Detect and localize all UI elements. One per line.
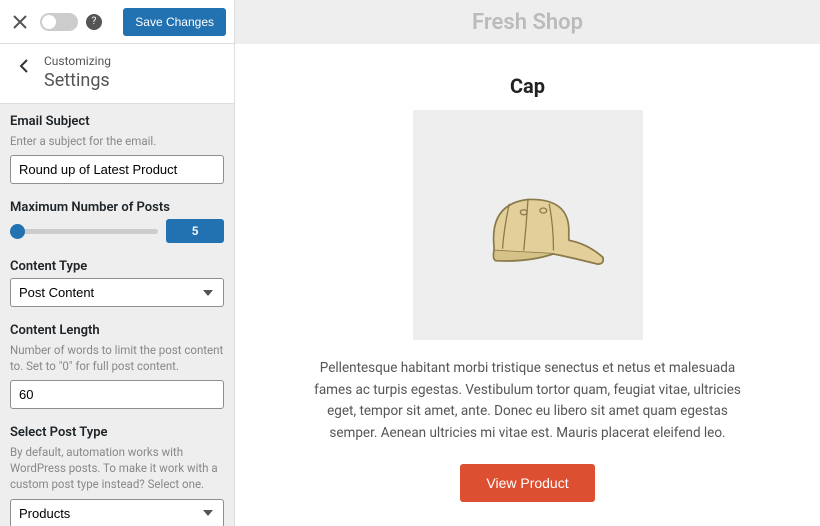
shop-brand: Fresh Shop: [472, 10, 583, 35]
help-icon[interactable]: ?: [86, 14, 102, 30]
content-length-input[interactable]: [10, 380, 224, 409]
field-content-length: Content Length Number of words to limit …: [10, 323, 224, 409]
product-image: [413, 110, 643, 340]
field-max-posts: Maximum Number of Posts 5: [10, 200, 224, 243]
preview-pane: Fresh Shop Cap Pellentesque habitant mor…: [235, 0, 820, 526]
field-post-type: Select Post Type By default, automation …: [10, 425, 224, 526]
slider-track[interactable]: [10, 229, 158, 234]
chevron-left-icon: [19, 58, 29, 74]
save-button[interactable]: Save Changes: [123, 8, 226, 36]
customizer-topbar: ? Save Changes: [0, 0, 234, 44]
content-length-label: Content Length: [10, 323, 224, 338]
content-type-select[interactable]: Post Content: [10, 278, 224, 307]
back-button[interactable]: [14, 58, 34, 74]
cap-icon: [443, 160, 613, 290]
product-title: Cap: [295, 74, 760, 98]
email-subject-hint: Enter a subject for the email.: [10, 133, 224, 149]
content-length-hint: Number of words to limit the post conten…: [10, 342, 224, 374]
customizer-sidebar: ? Save Changes Customizing Settings Emai…: [0, 0, 235, 526]
fields-container: Email Subject Enter a subject for the em…: [0, 104, 234, 526]
preview-toggle[interactable]: [40, 13, 78, 31]
max-posts-label: Maximum Number of Posts: [10, 200, 224, 215]
email-subject-label: Email Subject: [10, 114, 224, 129]
max-posts-slider: 5: [10, 219, 224, 243]
panel-title: Settings: [44, 70, 111, 91]
close-button[interactable]: [8, 10, 32, 34]
content-type-label: Content Type: [10, 259, 224, 274]
panel-overline: Customizing: [44, 54, 111, 68]
product-description: Pellentesque habitant morbi tristique se…: [308, 358, 748, 444]
view-product-button[interactable]: View Product: [460, 464, 594, 502]
email-subject-input[interactable]: [10, 155, 224, 184]
field-content-type: Content Type Post Content: [10, 259, 224, 307]
panel-title-block: Customizing Settings: [44, 54, 111, 91]
slider-value-badge: 5: [166, 219, 224, 243]
preview-body: Cap Pellentesque habitant morbi tristiqu…: [235, 44, 820, 526]
post-type-label: Select Post Type: [10, 425, 224, 440]
panel-header: Customizing Settings: [0, 44, 234, 104]
post-type-hint: By default, automation works with WordPr…: [10, 444, 224, 492]
post-type-select[interactable]: Products: [10, 499, 224, 526]
slider-thumb[interactable]: [10, 224, 25, 239]
close-icon: [13, 15, 27, 29]
field-email-subject: Email Subject Enter a subject for the em…: [10, 114, 224, 184]
preview-header: Fresh Shop: [235, 0, 820, 44]
